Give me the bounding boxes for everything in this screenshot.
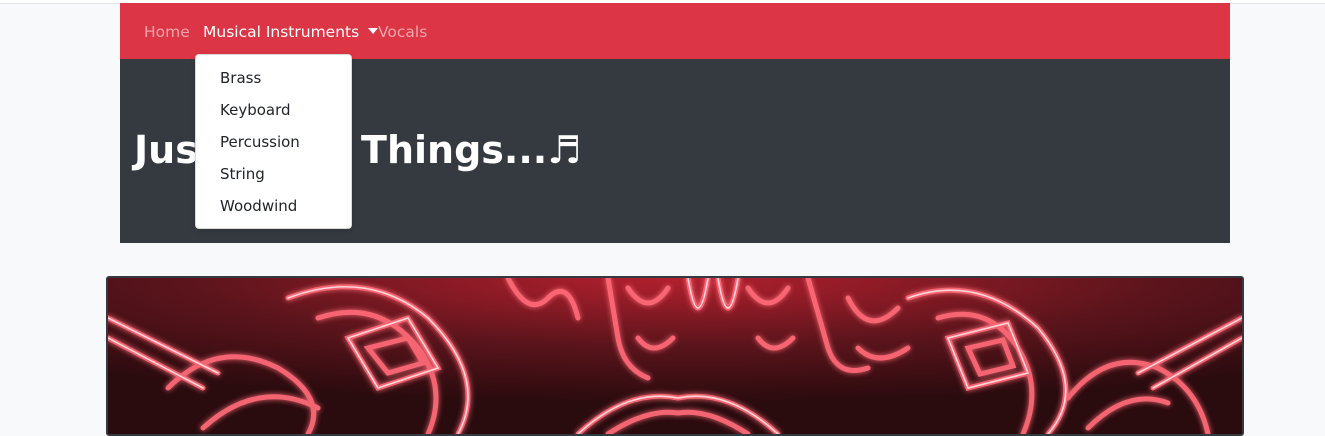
navbar: Home Musical Instruments Vocals — [120, 3, 1230, 59]
nav-dropdown-label: Musical Instruments — [203, 23, 360, 41]
dropdown-item-keyboard[interactable]: Keyboard — [220, 100, 291, 120]
dropdown-item-percussion[interactable]: Percussion — [220, 132, 300, 152]
nav-link-vocals[interactable]: Vocals — [378, 22, 427, 42]
caret-down-icon — [368, 28, 379, 34]
neon-instruments-image — [108, 278, 1242, 434]
nav-link-home[interactable]: Home — [144, 22, 190, 42]
instruments-dropdown-menu: Brass Keyboard Percussion String Woodwin… — [195, 54, 352, 229]
neon-instruments-banner — [106, 276, 1244, 436]
dropdown-item-string[interactable]: String — [220, 164, 265, 184]
dropdown-item-woodwind[interactable]: Woodwind — [220, 196, 297, 216]
dropdown-item-brass[interactable]: Brass — [220, 68, 261, 88]
nav-dropdown-musical-instruments[interactable]: Musical Instruments — [203, 22, 379, 42]
